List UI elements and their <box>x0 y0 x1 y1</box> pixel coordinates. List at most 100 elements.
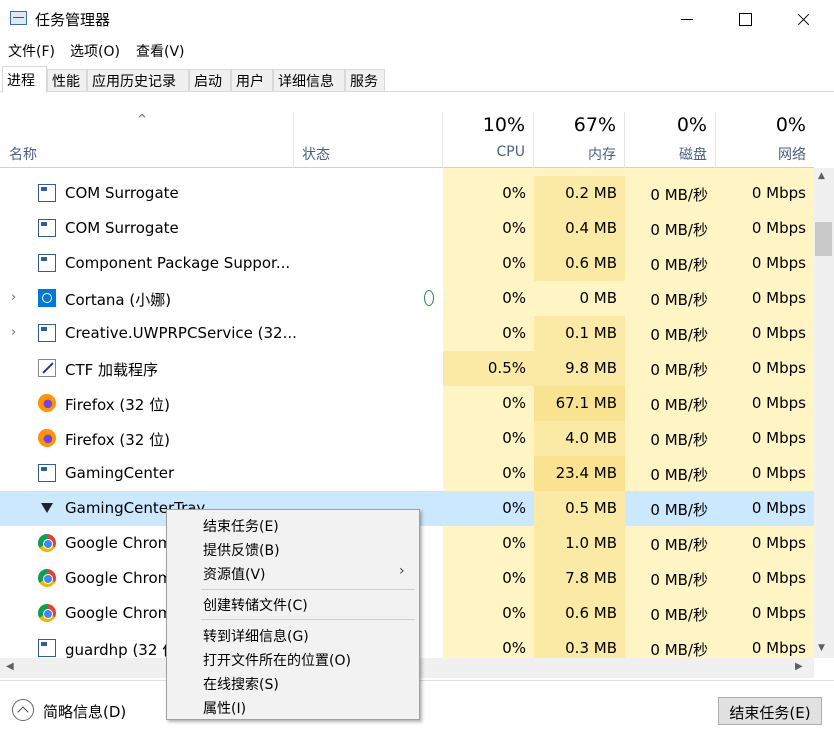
process-row[interactable]: COM Surrogate 0% 0.2 MB 0 MB/秒 0 Mbps <box>0 176 814 211</box>
header-memory-percent: 67% <box>573 114 616 136</box>
header-cpu-label: CPU <box>496 144 525 160</box>
header-network[interactable]: 0% 网络 <box>716 112 814 168</box>
header-disk-percent: 0% <box>676 114 707 136</box>
network-value: 0 Mbps <box>751 184 806 202</box>
sort-up-icon: ^ <box>137 112 148 126</box>
maximize-button[interactable] <box>716 0 774 38</box>
menu-options[interactable]: 选项(O) <box>70 41 120 61</box>
chrome-process-icon <box>38 569 56 587</box>
tab-services[interactable]: 服务 <box>345 69 385 92</box>
process-name: COM Surrogate <box>65 184 179 202</box>
disk-value: 0 MB/秒 <box>650 186 708 204</box>
expand-chevron-icon[interactable]: › <box>11 290 16 305</box>
header-disk[interactable]: 0% 磁盘 <box>625 112 716 168</box>
memory-value: 0.2 MB <box>565 184 617 202</box>
ctx-open-file-location[interactable]: 打开文件所在的位置(O) <box>203 650 351 670</box>
scroll-down-icon[interactable]: ▼ <box>818 643 825 653</box>
cpu-value: 0% <box>502 254 526 272</box>
header-memory[interactable]: 67% 内存 <box>534 112 625 168</box>
process-row[interactable]: Firefox (32 位) 0% 4.0 MB 0 MB/秒 0 Mbps <box>0 421 814 456</box>
ctx-resource-values[interactable]: 资源值(V) <box>203 564 266 584</box>
cpu-value: 0% <box>502 604 526 622</box>
close-button[interactable] <box>774 0 832 38</box>
memory-value: 4.0 MB <box>565 429 617 447</box>
process-name: Cortana (小娜) <box>65 291 172 309</box>
header-disk-label: 磁盘 <box>679 147 707 163</box>
brief-info-link[interactable]: 简略信息(D) <box>43 701 126 722</box>
header-status[interactable]: 状态 <box>294 112 443 168</box>
scroll-right-icon[interactable]: ▶ <box>795 661 803 672</box>
vertical-scroll-thumb[interactable] <box>815 222 832 256</box>
process-name: GamingCenter <box>65 464 175 482</box>
menu-file[interactable]: 文件(F) <box>8 41 55 61</box>
ctx-go-to-details[interactable]: 转到详细信息(G) <box>203 626 309 646</box>
process-row[interactable]: GamingCenter 0% 23.4 MB 0 MB/秒 0 Mbps <box>0 456 814 491</box>
tab-app-history[interactable]: 应用历史记录 <box>87 69 189 92</box>
cpu-value: 0% <box>502 499 526 517</box>
memory-value: 9.8 MB <box>565 359 617 377</box>
chrome-process-icon <box>38 604 56 622</box>
process-row[interactable]: › Cortana (小娜) 0% 0 MB 0 MB/秒 0 Mbps <box>0 281 814 316</box>
cpu-value: 0.5% <box>487 359 526 377</box>
submenu-arrow-icon: › <box>399 563 405 579</box>
network-value: 0 Mbps <box>751 429 806 447</box>
box-process-icon <box>38 219 56 237</box>
ctx-search-online[interactable]: 在线搜索(S) <box>203 674 279 694</box>
disk-value: 0 MB/秒 <box>650 606 708 624</box>
ctf-process-icon <box>38 359 56 377</box>
cortana-process-icon <box>38 289 56 307</box>
tab-bar: 进程 性能 应用历史记录 启动 用户 详细信息 服务 <box>0 66 834 93</box>
process-name: CTF 加载程序 <box>65 361 159 379</box>
process-row[interactable]: CTF 加载程序 0.5% 9.8 MB 0 MB/秒 0 Mbps <box>0 351 814 386</box>
memory-value: 0.1 MB <box>565 324 617 342</box>
memory-value: 0.4 MB <box>565 219 617 237</box>
tab-performance[interactable]: 性能 <box>47 69 87 92</box>
header-cpu[interactable]: 10% CPU <box>443 112 534 168</box>
disk-value: 0 MB/秒 <box>650 396 708 414</box>
memory-value: 0 MB <box>579 289 617 307</box>
header-name[interactable]: ^ 名称 <box>0 112 294 168</box>
expand-chevron-icon[interactable]: › <box>11 325 16 340</box>
network-value: 0 Mbps <box>751 569 806 587</box>
scroll-left-icon[interactable]: ◀ <box>6 661 14 672</box>
process-name: Google Chrome <box>65 534 182 552</box>
ctx-feedback[interactable]: 提供反馈(B) <box>203 540 280 560</box>
end-task-button[interactable]: 结束任务(E) <box>718 697 822 725</box>
network-value: 0 Mbps <box>751 289 806 307</box>
window-title: 任务管理器 <box>35 11 111 29</box>
cpu-value: 0% <box>502 429 526 447</box>
menu-view[interactable]: 查看(V) <box>136 41 185 61</box>
process-row[interactable]: COM Surrogate 0% 0.4 MB 0 MB/秒 0 Mbps <box>0 211 814 246</box>
process-row[interactable]: › Creative.UWPRPCService (32... 0% 0.1 MB 0 … <box>0 316 814 351</box>
process-row[interactable]: Component Package Suppor... 0% 0.6 MB 0 MB/… <box>0 246 814 281</box>
memory-value: 0.6 MB <box>565 254 617 272</box>
scroll-up-icon[interactable]: ▲ <box>818 171 825 181</box>
tab-users[interactable]: 用户 <box>231 69 273 92</box>
ctx-create-dump[interactable]: 创建转储文件(C) <box>203 595 308 615</box>
process-name: Firefox (32 位) <box>65 431 170 449</box>
title-bar: 任务管理器 <box>0 0 834 38</box>
process-name: Firefox (32 位) <box>65 396 170 414</box>
memory-value: 0.5 MB <box>565 499 617 517</box>
header-network-label: 网络 <box>778 147 806 163</box>
tab-startup[interactable]: 启动 <box>189 69 231 92</box>
ctx-properties[interactable]: 属性(I) <box>203 698 246 718</box>
process-name: Creative.UWPRPCService (32... <box>65 324 297 342</box>
process-row[interactable]: Firefox (32 位) 0% 67.1 MB 0 MB/秒 0 Mbps <box>0 386 814 421</box>
ctx-end-task[interactable]: 结束任务(E) <box>203 516 279 536</box>
header-status-label: 状态 <box>302 147 330 163</box>
tab-details[interactable]: 详细信息 <box>273 69 345 92</box>
network-value: 0 Mbps <box>751 324 806 342</box>
disk-value: 0 MB/秒 <box>650 431 708 449</box>
collapse-up-icon[interactable] <box>12 699 34 721</box>
disk-value: 0 MB/秒 <box>650 361 708 379</box>
minimize-button[interactable] <box>658 0 716 38</box>
disk-value: 0 MB/秒 <box>650 291 708 309</box>
suspended-leaf-icon <box>424 290 434 306</box>
tab-processes[interactable]: 进程 <box>2 66 47 93</box>
process-name: Component Package Suppor... <box>65 254 291 272</box>
disk-value: 0 MB/秒 <box>650 466 708 484</box>
cpu-value: 0% <box>502 219 526 237</box>
ctx-separator <box>201 619 415 620</box>
box-process-icon <box>38 324 56 342</box>
